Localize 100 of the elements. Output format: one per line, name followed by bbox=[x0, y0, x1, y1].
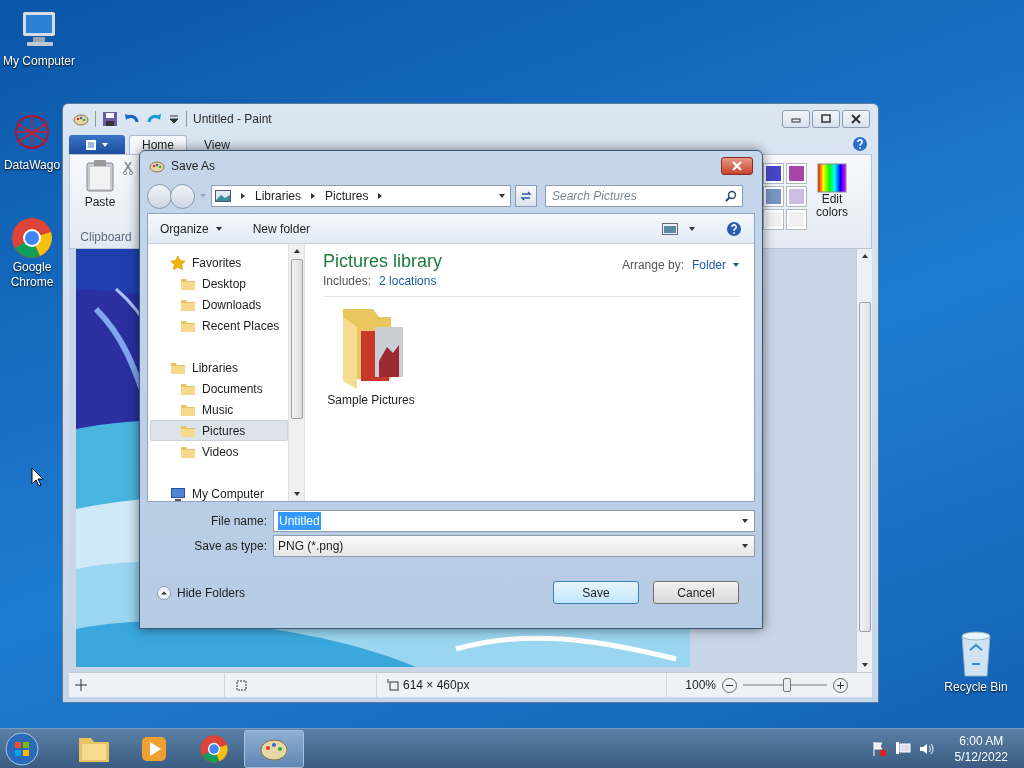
canvas-size-icon bbox=[387, 679, 399, 691]
nav-item[interactable]: Pictures bbox=[150, 420, 288, 441]
desktop-icon-label[interactable]: Google Chrome bbox=[7, 260, 57, 290]
palette-icon bbox=[149, 158, 165, 174]
nav-item[interactable]: Libraries bbox=[150, 357, 288, 378]
nav-item[interactable]: Videos bbox=[150, 441, 288, 462]
folder-label[interactable]: Sample Pictures bbox=[327, 391, 415, 409]
caret-icon bbox=[741, 542, 749, 550]
save-button[interactable]: Save bbox=[553, 581, 639, 604]
chevron-up-icon bbox=[157, 585, 171, 600]
zoom-percent: 100% bbox=[685, 677, 716, 694]
close-icon bbox=[850, 113, 862, 125]
nav-item[interactable]: My Computer bbox=[150, 483, 288, 501]
field-label: File name: bbox=[209, 513, 267, 530]
search-field[interactable]: Search Pictures bbox=[545, 185, 743, 207]
chrome-icon bbox=[10, 216, 54, 260]
caret-icon bbox=[214, 224, 223, 233]
action-center-flag-icon[interactable] bbox=[870, 740, 887, 757]
color-swatch[interactable] bbox=[763, 186, 784, 207]
scroll-down-icon bbox=[860, 661, 869, 669]
dropdown-icon[interactable] bbox=[688, 224, 696, 233]
breadcrumb-item[interactable]: Pictures bbox=[325, 187, 369, 205]
mouse-pointer-icon bbox=[31, 467, 44, 487]
close-icon bbox=[731, 160, 743, 172]
color-swatch[interactable] bbox=[786, 186, 807, 207]
minimize-button[interactable] bbox=[782, 110, 810, 128]
nav-item[interactable]: Documents bbox=[150, 378, 288, 399]
network-icon[interactable] bbox=[894, 740, 911, 757]
ribbon-tab[interactable]: View bbox=[191, 135, 243, 154]
star-icon bbox=[170, 254, 186, 271]
window-title: Untitled - Paint bbox=[193, 111, 272, 128]
desktop-icon-label[interactable]: My Computer bbox=[3, 52, 75, 70]
breadcrumb-item[interactable]: Libraries bbox=[255, 187, 302, 205]
arrange-dropdown[interactable]: Folder bbox=[692, 256, 740, 274]
arrange-label: Arrange by: bbox=[621, 257, 684, 274]
clipboard-icon bbox=[84, 159, 116, 193]
dropdown-icon[interactable] bbox=[168, 113, 180, 125]
monitor-icon bbox=[170, 485, 186, 501]
nav-item[interactable]: Favorites bbox=[150, 252, 288, 273]
dialog-title: Save As bbox=[171, 158, 216, 175]
group-label: Clipboard bbox=[80, 229, 132, 246]
nav-item[interactable]: Desktop bbox=[150, 273, 288, 294]
locations-link[interactable]: 2 locations bbox=[379, 272, 437, 290]
palette-icon bbox=[73, 111, 89, 127]
close-button[interactable] bbox=[721, 157, 753, 175]
menu-icon bbox=[85, 138, 97, 151]
address-bar[interactable]: Libraries Pictures bbox=[211, 185, 511, 207]
zoom-slider[interactable] bbox=[743, 678, 827, 692]
maximize-button[interactable] bbox=[812, 110, 840, 128]
color-swatch[interactable] bbox=[786, 209, 807, 230]
vertical-scrollbar[interactable] bbox=[288, 244, 305, 501]
help-icon[interactable] bbox=[852, 136, 868, 152]
color-swatch[interactable] bbox=[786, 163, 807, 184]
nav-item[interactable]: Downloads bbox=[150, 294, 288, 315]
save-icon[interactable] bbox=[102, 111, 118, 127]
desktop-icon-label[interactable]: Recycle Bin bbox=[944, 678, 1008, 696]
edit-colors-button[interactable]: Edit colors bbox=[813, 163, 851, 219]
new-folder-button[interactable]: New folder bbox=[252, 219, 311, 238]
cancel-button[interactable]: Cancel bbox=[653, 581, 739, 604]
plus-icon bbox=[837, 681, 844, 689]
caret-icon bbox=[732, 261, 740, 269]
hide-folders-button[interactable]: Hide Folders bbox=[157, 583, 246, 602]
image-size: 614 × 460px bbox=[403, 677, 470, 694]
desktop-icon-label[interactable]: DataWago bbox=[3, 156, 61, 174]
organize-button[interactable]: Organize bbox=[160, 219, 223, 238]
chevron-right-icon[interactable] bbox=[239, 192, 247, 200]
nav-item[interactable]: Recent Places bbox=[150, 315, 288, 336]
selection-icon bbox=[235, 679, 247, 691]
refresh-icon bbox=[520, 190, 532, 202]
color-swatch[interactable] bbox=[763, 209, 784, 230]
includes-label: Includes: bbox=[323, 273, 372, 290]
view-options-icon[interactable] bbox=[662, 222, 678, 235]
paste-button[interactable]: Paste bbox=[78, 159, 122, 211]
library-title: Pictures library bbox=[323, 250, 443, 272]
dropdown-icon[interactable] bbox=[498, 192, 506, 200]
refresh-button[interactable] bbox=[515, 185, 537, 207]
pictures-icon bbox=[215, 190, 231, 202]
scissors-icon[interactable] bbox=[122, 161, 134, 175]
scroll-up-icon bbox=[860, 252, 869, 260]
windows-logo-icon bbox=[5, 731, 39, 766]
paint-taskbar-icon[interactable] bbox=[244, 729, 304, 768]
maximize-icon bbox=[820, 113, 832, 125]
move-cursor-icon bbox=[75, 679, 87, 691]
nav-item[interactable]: Music bbox=[150, 399, 288, 420]
help-icon[interactable] bbox=[726, 220, 742, 237]
color-spectrum-icon bbox=[817, 163, 847, 193]
file-type-dropdown[interactable]: PNG (*.png) bbox=[273, 535, 755, 557]
vertical-scrollbar[interactable] bbox=[856, 249, 872, 672]
scroll-up-icon bbox=[292, 247, 301, 255]
caret-icon bbox=[741, 517, 749, 525]
chrome-icon bbox=[199, 733, 229, 764]
scroll-down-icon bbox=[292, 490, 301, 498]
play-icon bbox=[140, 734, 168, 763]
file-menu-button[interactable] bbox=[69, 135, 125, 154]
color-swatch[interactable] bbox=[763, 163, 784, 184]
caret-icon bbox=[101, 140, 109, 149]
search-icon bbox=[725, 190, 737, 202]
clock[interactable]: 6:00 AM 5/12/2022 bbox=[954, 732, 1008, 765]
close-button[interactable] bbox=[842, 110, 870, 128]
field-label: Save as type: bbox=[193, 538, 267, 555]
